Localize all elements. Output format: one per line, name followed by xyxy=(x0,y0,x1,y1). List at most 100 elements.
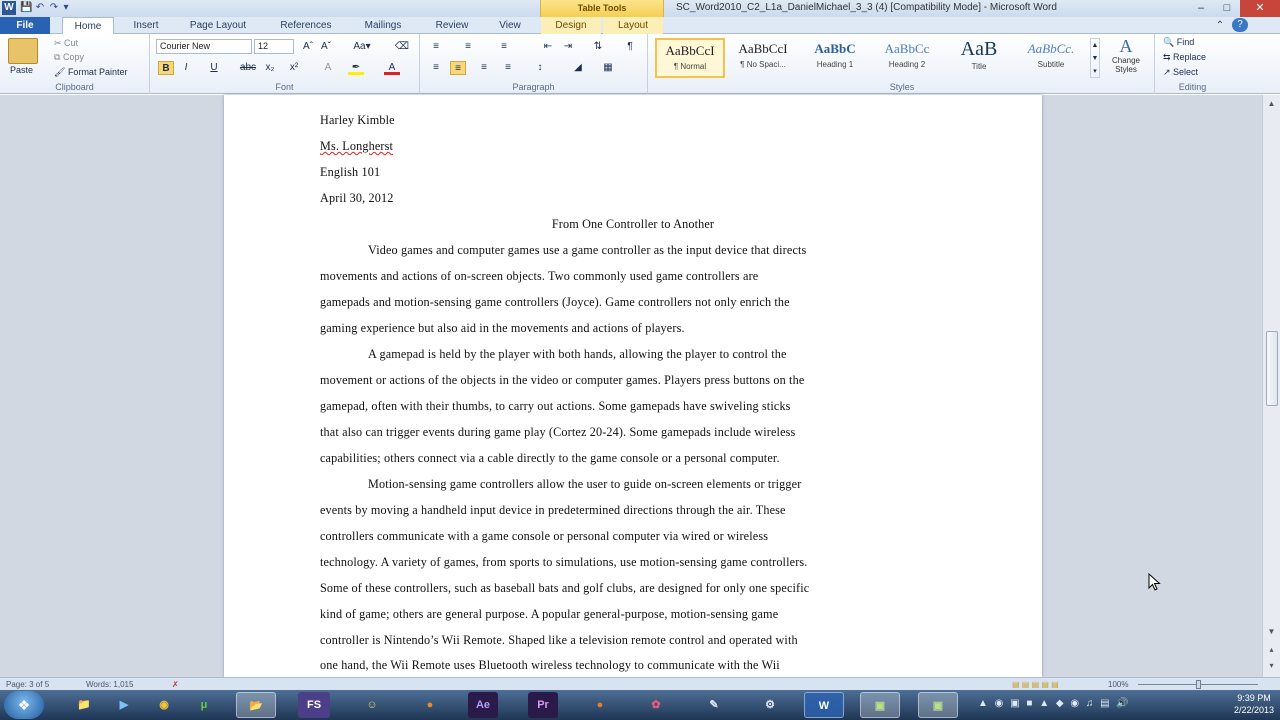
scroll-down-arrow-icon[interactable]: ▼ xyxy=(1265,625,1278,638)
customize-quick-access-icon[interactable]: ▾ xyxy=(60,2,72,14)
chrome-taskbar-icon[interactable]: ◉ xyxy=(144,692,184,718)
body-line[interactable]: capabilities; others connect via a cable… xyxy=(320,451,780,466)
borders-icon[interactable]: ▦ xyxy=(600,61,616,75)
select-button[interactable]: ↗ Select xyxy=(1163,67,1198,78)
tab-review[interactable]: Review xyxy=(424,17,480,34)
fs-taskbar-icon[interactable]: FS xyxy=(298,692,330,718)
tab-view[interactable]: View xyxy=(486,17,534,34)
body-line[interactable]: one hand, the Wii Remote uses Bluetooth … xyxy=(320,658,780,673)
vertical-scrollbar[interactable]: ▲ ▼ ▴ ▾ xyxy=(1262,95,1280,677)
close-button[interactable]: ✕ xyxy=(1240,0,1280,17)
tab-home[interactable]: Home xyxy=(62,17,114,35)
app-taskbar-icon[interactable]: ● xyxy=(580,692,620,718)
style-title[interactable]: AaB Title xyxy=(944,38,1014,78)
cut-button[interactable]: ✂ Cut xyxy=(54,38,78,49)
app-taskbar-icon[interactable]: ▣ xyxy=(918,692,958,718)
document-page[interactable]: Harley Kimble Ms. Longherst English 101 … xyxy=(224,95,1042,677)
body-line[interactable]: Some of these controllers, such as baseb… xyxy=(320,581,809,596)
numbering-icon[interactable]: ≡ xyxy=(460,40,476,54)
tab-insert[interactable]: Insert xyxy=(120,17,172,34)
app-taskbar-icon[interactable]: ▣ xyxy=(860,692,900,718)
body-line[interactable]: controller is Nintendo’s Wii Remote. Sha… xyxy=(320,633,798,648)
course-name[interactable]: English 101 xyxy=(320,165,380,180)
word-taskbar-icon[interactable]: W xyxy=(804,692,844,718)
find-button[interactable]: 🔍 Find xyxy=(1163,37,1194,48)
body-line[interactable]: gamepads and motion-sensing game control… xyxy=(320,295,790,310)
align-right-icon[interactable]: ≡ xyxy=(476,61,492,75)
document-date[interactable]: April 30, 2012 xyxy=(320,191,394,206)
body-line[interactable]: technology. A variety of games, from spo… xyxy=(320,555,808,570)
change-case-icon[interactable]: Aa▾ xyxy=(350,40,374,54)
tab-design[interactable]: Design xyxy=(541,17,601,34)
system-tray[interactable]: ▲ ◉ ▣ ■ ▲ ◆ ◉ ♫ ▤ 🔊 xyxy=(978,698,1131,709)
show-formatting-icon[interactable]: ¶ xyxy=(622,40,638,54)
body-line[interactable]: movement or actions of the objects in th… xyxy=(320,373,804,388)
word-app-icon[interactable]: W xyxy=(2,1,16,15)
help-icon[interactable]: ? xyxy=(1232,18,1248,32)
style-no-spacing[interactable]: AaBbCcI ¶ No Spaci... xyxy=(728,38,798,78)
line-spacing-icon[interactable]: ↕ xyxy=(532,61,548,75)
save-icon[interactable]: 💾 xyxy=(20,2,32,14)
strikethrough-icon[interactable]: abc xyxy=(238,61,258,75)
grow-font-icon[interactable]: Aˆ xyxy=(300,40,316,54)
body-line[interactable]: events by moving a handheld input device… xyxy=(320,503,786,518)
format-painter-button[interactable]: 🖌 Format Painter xyxy=(54,67,127,78)
clear-formatting-icon[interactable]: ⌫ xyxy=(394,40,410,54)
explorer-taskbar-icon[interactable]: 📁 xyxy=(64,692,104,718)
tab-layout[interactable]: Layout xyxy=(603,17,663,34)
style-subtitle[interactable]: AaBbCc. Subtitle xyxy=(1016,38,1086,78)
body-line[interactable]: kind of game; others are general purpose… xyxy=(320,607,778,622)
style-heading-1[interactable]: AaBbC Heading 1 xyxy=(800,38,870,78)
increase-indent-icon[interactable]: ⇥ xyxy=(560,40,576,54)
scroll-thumb[interactable] xyxy=(1266,331,1278,406)
body-line[interactable]: Video games and computer games use a gam… xyxy=(368,243,806,258)
body-line[interactable]: that also can trigger events during game… xyxy=(320,425,795,440)
body-line[interactable]: Motion-sensing game controllers allow th… xyxy=(368,477,801,492)
copy-button[interactable]: ⧉ Copy xyxy=(54,52,84,63)
styles-gallery-scroll[interactable]: ▲ ▼ ▾ xyxy=(1090,38,1100,78)
instructor-name[interactable]: Ms. Longherst xyxy=(320,139,393,154)
after-effects-taskbar-icon[interactable]: Ae xyxy=(468,692,498,718)
font-name-combo[interactable]: Courier New xyxy=(156,39,252,54)
folder-taskbar-icon[interactable]: 📂 xyxy=(236,692,276,718)
highlight-icon[interactable]: ✒ xyxy=(348,61,364,75)
style-heading-2[interactable]: AaBbCc Heading 2 xyxy=(872,38,942,78)
next-page-icon[interactable]: ▾ xyxy=(1265,659,1278,672)
paste-button[interactable]: Paste xyxy=(10,65,33,75)
tool-taskbar-icon[interactable]: ✎ xyxy=(694,692,734,718)
minimize-ribbon-icon[interactable]: ⌃ xyxy=(1212,17,1228,34)
start-button-icon[interactable]: ❖ xyxy=(4,691,44,719)
superscript-icon[interactable]: x² xyxy=(286,61,302,75)
author-name[interactable]: Harley Kimble xyxy=(320,113,395,128)
previous-page-icon[interactable]: ▴ xyxy=(1265,643,1278,656)
shrink-font-icon[interactable]: Aˇ xyxy=(318,40,334,54)
align-left-icon[interactable]: ≡ xyxy=(428,61,444,75)
tab-file[interactable]: File xyxy=(0,17,50,34)
zoom-slider-thumb[interactable] xyxy=(1196,680,1201,689)
redo-icon[interactable]: ↷ xyxy=(48,2,60,14)
tab-page-layout[interactable]: Page Layout xyxy=(178,17,258,34)
premiere-taskbar-icon[interactable]: Pr xyxy=(528,692,558,718)
body-line[interactable]: A gamepad is held by the player with bot… xyxy=(368,347,787,362)
document-area[interactable]: Harley Kimble Ms. Longherst English 101 … xyxy=(0,95,1262,677)
style-normal[interactable]: AaBbCcI ¶ Normal xyxy=(655,38,725,78)
minimize-button[interactable]: – xyxy=(1188,0,1214,17)
multilevel-list-icon[interactable]: ≡ xyxy=(496,40,512,54)
text-effects-icon[interactable]: A xyxy=(320,61,336,75)
tab-references[interactable]: References xyxy=(266,17,346,34)
body-line[interactable]: gaming experience but also aid in the mo… xyxy=(320,321,685,336)
paste-icon[interactable] xyxy=(8,38,38,64)
steam-taskbar-icon[interactable]: ⚙ xyxy=(750,692,790,718)
shading-icon[interactable]: ◢ xyxy=(570,61,586,75)
align-center-icon[interactable]: ≡ xyxy=(450,61,466,75)
app-taskbar-icon[interactable]: ☺ xyxy=(352,692,392,718)
document-title[interactable]: From One Controller to Another xyxy=(224,217,1042,232)
underline-icon[interactable]: U xyxy=(206,61,222,75)
maximize-button[interactable]: □ xyxy=(1214,0,1240,17)
decrease-indent-icon[interactable]: ⇤ xyxy=(540,40,556,54)
replace-button[interactable]: ⇆ Replace xyxy=(1163,52,1206,63)
change-styles-button[interactable]: A Change Styles xyxy=(1106,36,1146,74)
scroll-up-arrow-icon[interactable]: ▲ xyxy=(1265,97,1278,110)
utorrent-taskbar-icon[interactable]: μ xyxy=(184,692,224,718)
italic-icon[interactable]: I xyxy=(178,61,194,75)
